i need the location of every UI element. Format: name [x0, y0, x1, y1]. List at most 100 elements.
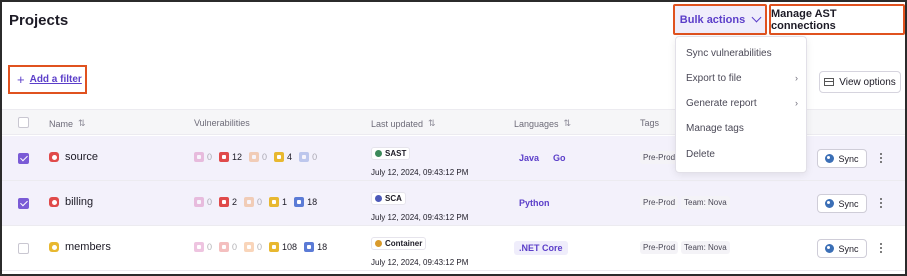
menu-item-sync-vulnerabilities[interactable]: Sync vulnerabilities [686, 48, 798, 59]
plus-icon: + [17, 72, 25, 87]
project-tag: Pre-Prod [640, 151, 679, 164]
vuln-count-value: 0 [207, 152, 213, 162]
vuln-count-medium: 0 [244, 242, 262, 252]
sort-icon: ⇅ [428, 118, 436, 128]
vuln-count-high: 2 [219, 197, 237, 207]
row-checkbox[interactable] [18, 198, 29, 209]
vuln-count-value: 18 [307, 197, 318, 207]
language-tag[interactable]: Java [514, 151, 544, 165]
menu-item-manage-tags[interactable]: Manage tags [686, 123, 798, 134]
sync-button[interactable]: Sync [817, 239, 867, 258]
tags-cell: Pre-Prod Team: Nova [640, 196, 730, 209]
kebab-icon[interactable] [878, 151, 884, 165]
project-tag: Team: Nova [681, 241, 730, 254]
vuln-count-info: 18 [294, 197, 317, 207]
view-options-button[interactable]: View options [819, 71, 901, 93]
table-row[interactable]: members 0 0 0 108 18 Container July 12, 2024, 0… [2, 226, 905, 271]
table-row[interactable]: billing 0 2 0 1 18 SCA July 12, 2024, 09:43:12 … [2, 181, 905, 226]
menu-item-generate-report[interactable]: Generate report › [686, 98, 798, 109]
language-tag[interactable]: Go [548, 151, 571, 165]
vuln-count-high: 0 [219, 242, 237, 252]
scan-type-label: Container [385, 239, 423, 248]
add-filter-button[interactable]: + Add a filter [8, 65, 87, 94]
vuln-count-info: 18 [304, 242, 327, 252]
menu-item-label: Delete [686, 149, 715, 160]
project-name-label: billing [65, 196, 94, 208]
project-name[interactable]: source [49, 151, 98, 163]
kebab-icon[interactable] [878, 196, 884, 210]
severity-medium-icon [249, 152, 260, 162]
sync-icon [825, 199, 835, 208]
scan-type-icon [375, 195, 382, 202]
row-checkbox[interactable] [18, 153, 29, 164]
scan-type-icon [375, 240, 382, 247]
menu-item-label: Manage tags [686, 123, 744, 134]
manage-ast-connections-button[interactable]: Manage AST connections [769, 4, 905, 35]
column-header-label: Last updated [371, 118, 424, 129]
vuln-count-high: 12 [219, 152, 242, 162]
view-options-label: View options [839, 76, 896, 88]
menu-item-label: Sync vulnerabilities [686, 48, 772, 59]
tags-cell: Pre-Prod Team: Nova [640, 241, 730, 254]
column-header-vulnerabilities: Vulnerabilities [194, 118, 250, 128]
languages-cell: .NET Core [514, 241, 568, 255]
severity-info-icon [299, 152, 310, 162]
severity-info-icon [294, 197, 305, 207]
language-tag[interactable]: Python [514, 196, 555, 210]
sync-icon [825, 154, 835, 163]
language-tag[interactable]: .NET Core [514, 241, 568, 255]
vuln-count-value: 0 [257, 242, 263, 252]
severity-high-icon [219, 197, 230, 207]
column-header-label: Name [49, 118, 74, 129]
vuln-count-critical: 0 [194, 197, 212, 207]
severity-low-icon [269, 242, 280, 252]
column-header-label: Languages [514, 118, 559, 129]
bulk-actions-label: Bulk actions [679, 13, 746, 26]
sort-icon: ⇅ [563, 118, 572, 128]
column-header-languages[interactable]: Languages ⇅ [514, 118, 571, 129]
column-header-name[interactable]: Name ⇅ [49, 118, 86, 129]
sync-icon [825, 244, 835, 253]
sync-button[interactable]: Sync [817, 149, 867, 168]
severity-medium-icon [244, 242, 255, 252]
last-updated-date: July 12, 2024, 09:43:12 PM [371, 213, 469, 222]
vuln-count-low: 4 [274, 152, 292, 162]
sync-button[interactable]: Sync [817, 194, 867, 213]
sync-label: Sync [838, 243, 859, 254]
vuln-count-value: 0 [207, 242, 213, 252]
select-all-checkbox[interactable] [18, 117, 29, 128]
severity-info-icon [304, 242, 315, 252]
bulk-actions-button[interactable]: Bulk actions [673, 4, 767, 35]
severity-high-icon [219, 152, 230, 162]
project-name[interactable]: members [49, 241, 111, 253]
vuln-count-value: 2 [232, 197, 238, 207]
severity-critical-icon [194, 197, 204, 207]
vuln-count-value: 18 [317, 242, 328, 252]
menu-item-label: Export to file [686, 73, 742, 84]
vuln-count-low: 1 [269, 197, 287, 207]
project-name[interactable]: billing [49, 196, 93, 208]
project-status-icon [49, 152, 59, 162]
menu-item-export-to-file[interactable]: Export to file › [686, 73, 798, 84]
languages-cell: Java Go [514, 151, 571, 165]
menu-item-delete[interactable]: Delete [686, 149, 798, 160]
severity-critical-icon [194, 242, 204, 252]
vuln-count-value: 1 [282, 197, 288, 207]
project-status-icon [49, 242, 59, 252]
severity-medium-icon [244, 197, 255, 207]
sort-icon: ⇅ [78, 118, 86, 128]
row-checkbox[interactable] [18, 243, 29, 254]
kebab-icon[interactable] [878, 241, 884, 255]
tags-cell: Pre-Prod [640, 151, 679, 164]
vuln-count-low: 108 [269, 242, 297, 252]
project-tag: Pre-Prod [640, 196, 679, 209]
vuln-count-value: 0 [312, 152, 318, 162]
last-updated-cell: SCA July 12, 2024, 09:43:12 PM [371, 189, 468, 222]
add-filter-label: Add a filter [29, 74, 82, 85]
column-header-last-updated[interactable]: Last updated ⇅ [371, 118, 436, 129]
sync-label: Sync [838, 198, 859, 209]
languages-cell: Python [514, 196, 555, 210]
page-title: Projects [9, 12, 69, 29]
vuln-count-medium: 0 [244, 197, 262, 207]
sync-label: Sync [838, 153, 859, 164]
